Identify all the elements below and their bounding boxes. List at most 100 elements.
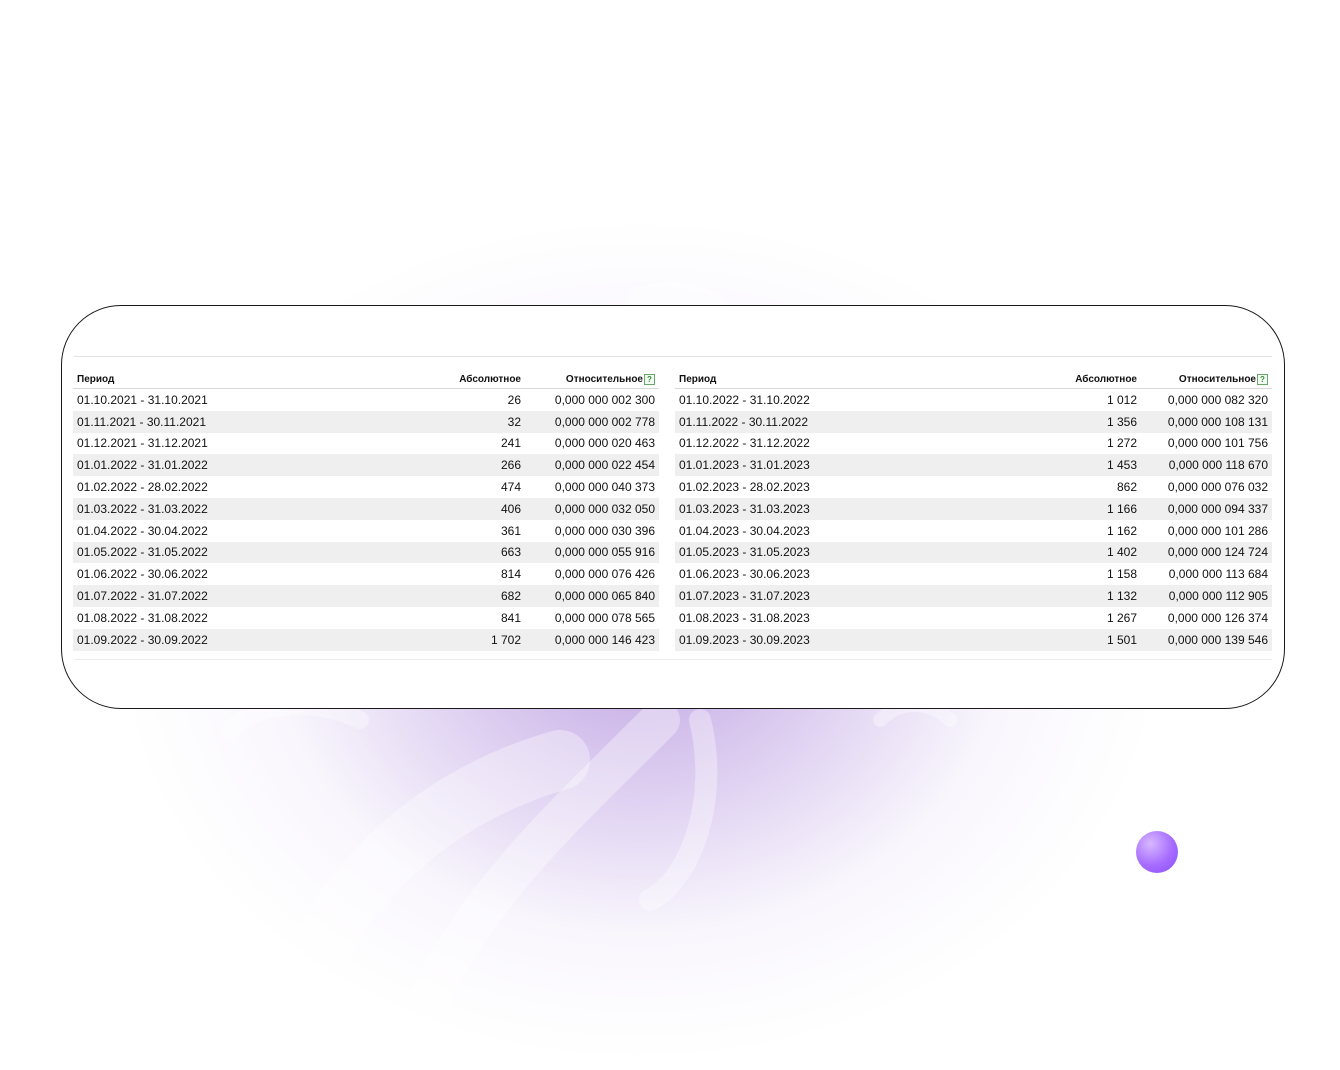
absolute-cell: 361 bbox=[500, 523, 521, 538]
period-cell: 01.10.2021 - 31.10.2021 bbox=[77, 392, 208, 407]
period-cell: 01.11.2022 - 30.11.2022 bbox=[675, 410, 991, 433]
period-cell: 01.10.2022 - 31.10.2022 bbox=[679, 392, 810, 407]
period-header: Период bbox=[73, 366, 373, 389]
absolute-cell: 1 012 bbox=[1106, 392, 1137, 407]
absolute-cell: 1 402 bbox=[991, 541, 1141, 564]
absolute-cell: 1 356 bbox=[991, 410, 1141, 433]
relative-cell: 0,000 000 126 374 bbox=[1167, 610, 1268, 625]
table-row: 01.08.2023 - 31.08.2023 1 267 0,000 000 12… bbox=[675, 607, 1272, 629]
period-cell: 01.07.2023 - 31.07.2023 bbox=[675, 585, 991, 607]
absolute-cell: 862 bbox=[1116, 480, 1137, 495]
absolute-cell: 841 bbox=[500, 610, 521, 625]
table-row: 01.04.2023 - 30.04.2023 1 162 0,000 000 10… bbox=[675, 520, 1272, 542]
period-cell: 01.08.2022 - 31.08.2022 bbox=[77, 610, 208, 625]
period-cell: 01.05.2023 - 31.05.2023 bbox=[675, 541, 991, 564]
stats-table-left: Период Абсолютное Относительное? 01.10.2… bbox=[73, 366, 659, 651]
absolute-cell: 32 bbox=[373, 410, 525, 433]
period-cell: 01.06.2022 - 30.06.2022 bbox=[77, 567, 208, 582]
table-row: 01.02.2022 - 28.02.2022 474 0,000 000 040 … bbox=[73, 476, 659, 498]
absolute-cell: 266 bbox=[373, 454, 525, 477]
table-row: 01.06.2023 - 30.06.2023 1 158 0,000 000 11… bbox=[675, 563, 1272, 585]
absolute-cell: 663 bbox=[373, 541, 525, 564]
table-body: 01.10.2022 - 31.10.2022 1 012 0,000 000 08… bbox=[675, 389, 1272, 651]
relative-cell: 0,000 000 022 454 bbox=[525, 454, 659, 477]
help-icon[interactable]: ? bbox=[1257, 374, 1268, 385]
top-divider bbox=[74, 356, 1272, 357]
relative-cell: 0,000 000 076 032 bbox=[1167, 480, 1268, 495]
relative-cell: 0,000 000 094 337 bbox=[1141, 497, 1272, 520]
relative-header: Относительное? bbox=[525, 366, 659, 389]
table-row: 01.03.2023 - 31.03.2023 1 166 0,000 000 09… bbox=[675, 497, 1272, 520]
absolute-cell: 1 702 bbox=[373, 628, 525, 651]
period-cell: 01.07.2022 - 31.07.2022 bbox=[73, 585, 373, 607]
help-icon[interactable]: ? bbox=[644, 374, 655, 385]
table-row: 01.12.2021 - 31.12.2021 241 0,000 000 020 … bbox=[73, 433, 659, 455]
table-body: 01.10.2021 - 31.10.2021 26 0,000 000 002 3… bbox=[73, 389, 659, 651]
relative-cell: 0,000 000 002 778 bbox=[525, 410, 659, 433]
period-cell: 01.03.2023 - 31.03.2023 bbox=[675, 497, 991, 520]
period-cell: 01.01.2023 - 31.01.2023 bbox=[675, 454, 991, 477]
absolute-cell: 1 267 bbox=[1106, 610, 1137, 625]
absolute-cell: 241 bbox=[500, 436, 521, 451]
period-cell: 01.12.2022 - 31.12.2022 bbox=[679, 436, 810, 451]
table-row: 01.10.2021 - 31.10.2021 26 0,000 000 002 3… bbox=[73, 389, 659, 411]
table-row: 01.11.2022 - 30.11.2022 1 356 0,000 000 10… bbox=[675, 410, 1272, 433]
period-cell: 01.02.2023 - 28.02.2023 bbox=[679, 480, 810, 495]
absolute-cell: 1 501 bbox=[991, 628, 1141, 651]
table-row: 01.09.2022 - 30.09.2022 1 702 0,000 000 14… bbox=[73, 628, 659, 651]
relative-cell: 0,000 000 139 546 bbox=[1141, 628, 1272, 651]
period-cell: 01.01.2022 - 31.01.2022 bbox=[73, 454, 373, 477]
table-row: 01.03.2022 - 31.03.2022 406 0,000 000 032 … bbox=[73, 497, 659, 520]
relative-cell: 0,000 000 113 684 bbox=[1168, 567, 1268, 582]
period-cell: 01.09.2022 - 30.09.2022 bbox=[73, 628, 373, 651]
table-row: 01.06.2022 - 30.06.2022 814 0,000 000 076 … bbox=[73, 563, 659, 585]
period-cell: 01.04.2022 - 30.04.2022 bbox=[77, 523, 208, 538]
table-row: 01.05.2022 - 31.05.2022 663 0,000 000 055 … bbox=[73, 541, 659, 564]
relative-cell: 0,000 000 002 300 bbox=[554, 392, 655, 407]
table-row: 01.02.2023 - 28.02.2023 862 0,000 000 076 … bbox=[675, 476, 1272, 498]
decorative-orb bbox=[1136, 831, 1178, 873]
relative-cell: 0,000 000 076 426 bbox=[554, 567, 655, 582]
table-row: 01.07.2022 - 31.07.2022 682 0,000 000 065 … bbox=[73, 585, 659, 607]
table-row: 01.12.2022 - 31.12.2022 1 272 0,000 000 10… bbox=[675, 433, 1272, 455]
table-header-row: Период Абсолютное Относительное? bbox=[675, 366, 1272, 389]
relative-cell: 0,000 000 108 131 bbox=[1141, 410, 1272, 433]
bottom-divider bbox=[74, 659, 1272, 660]
table-row: 01.11.2021 - 30.11.2021 32 0,000 000 002 7… bbox=[73, 410, 659, 433]
relative-cell: 0,000 000 020 463 bbox=[554, 436, 655, 451]
table-row: 01.09.2023 - 30.09.2023 1 501 0,000 000 13… bbox=[675, 628, 1272, 651]
period-cell: 01.11.2021 - 30.11.2021 bbox=[73, 410, 373, 433]
relative-cell: 0,000 000 078 565 bbox=[554, 610, 655, 625]
period-cell: 01.02.2022 - 28.02.2022 bbox=[77, 480, 208, 495]
absolute-cell: 1 158 bbox=[1106, 567, 1137, 582]
period-cell: 01.08.2023 - 31.08.2023 bbox=[679, 610, 810, 625]
period-cell: 01.04.2023 - 30.04.2023 bbox=[679, 523, 810, 538]
table-row: 01.05.2023 - 31.05.2023 1 402 0,000 000 12… bbox=[675, 541, 1272, 564]
relative-cell: 0,000 000 082 320 bbox=[1167, 392, 1268, 407]
table-row: 01.01.2022 - 31.01.2022 266 0,000 000 022 … bbox=[73, 454, 659, 477]
period-cell: 01.03.2022 - 31.03.2022 bbox=[73, 497, 373, 520]
absolute-header: Абсолютное bbox=[991, 366, 1141, 389]
relative-cell: 0,000 000 146 423 bbox=[525, 628, 659, 651]
statistics-card: Период Абсолютное Относительное? 01.10.2… bbox=[61, 305, 1285, 709]
table-row: 01.10.2022 - 31.10.2022 1 012 0,000 000 08… bbox=[675, 389, 1272, 411]
relative-cell: 0,000 000 118 670 bbox=[1141, 454, 1272, 477]
relative-cell: 0,000 000 040 373 bbox=[554, 480, 655, 495]
period-header: Период bbox=[675, 366, 991, 389]
absolute-header: Абсолютное bbox=[373, 366, 525, 389]
table-row: 01.01.2023 - 31.01.2023 1 453 0,000 000 11… bbox=[675, 454, 1272, 477]
relative-header-label: Относительное bbox=[565, 374, 643, 385]
relative-cell: 0,000 000 030 396 bbox=[554, 523, 655, 538]
relative-cell: 0,000 000 101 286 bbox=[1167, 523, 1268, 538]
absolute-cell: 474 bbox=[500, 480, 521, 495]
absolute-cell: 814 bbox=[500, 567, 521, 582]
absolute-cell: 1 162 bbox=[1106, 523, 1137, 538]
relative-cell: 0,000 000 032 050 bbox=[525, 497, 659, 520]
absolute-cell: 682 bbox=[373, 585, 525, 607]
relative-cell: 0,000 000 124 724 bbox=[1141, 541, 1272, 564]
period-cell: 01.12.2021 - 31.12.2021 bbox=[77, 436, 208, 451]
relative-cell: 0,000 000 065 840 bbox=[525, 585, 659, 607]
relative-cell: 0,000 000 101 756 bbox=[1167, 436, 1268, 451]
relative-cell: 0,000 000 112 905 bbox=[1141, 585, 1272, 607]
table-header-row: Период Абсолютное Относительное? bbox=[73, 366, 659, 389]
